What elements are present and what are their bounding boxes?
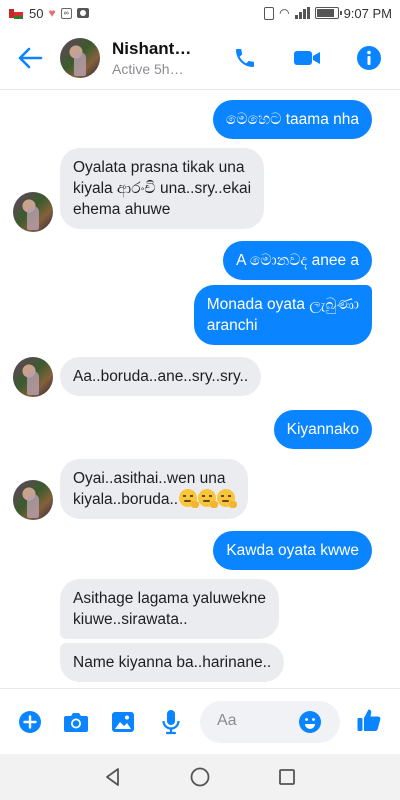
- nav-back-button[interactable]: [93, 757, 133, 797]
- heart-icon: ♥: [48, 6, 56, 20]
- wifi-icon: ◠: [279, 6, 290, 20]
- message-bubble-incoming[interactable]: Oyalata prasna tikak una kiyala ආරංචි un…: [60, 148, 265, 229]
- back-arrow-icon: [18, 47, 43, 68]
- sender-avatar[interactable]: [13, 357, 53, 397]
- gallery-button[interactable]: [110, 709, 136, 735]
- nav-back-icon: [106, 768, 120, 786]
- info-icon: [357, 46, 381, 70]
- message-line: kiyala..boruda..: [73, 491, 179, 508]
- message-line: Monada oyata ලැබුණා: [206, 296, 359, 313]
- more-actions-button[interactable]: [17, 709, 43, 735]
- video-call-button[interactable]: [276, 26, 338, 90]
- camera-icon: [64, 713, 88, 732]
- message-line: kiuwe..sirawata..: [73, 611, 188, 628]
- nav-recents-button[interactable]: [267, 757, 307, 797]
- thinking-face-icon: [179, 489, 200, 508]
- message-bubble-incoming[interactable]: Oyai..asithai..wen una kiyala..boruda..: [60, 459, 249, 519]
- clock: 9:07 PM: [343, 5, 392, 21]
- message-bubble-outgoing[interactable]: මෙහෙට taama nha: [212, 100, 372, 139]
- like-button[interactable]: [356, 707, 382, 733]
- message-bubble-outgoing[interactable]: Kiyannako: [273, 410, 372, 449]
- gallery-icon: [112, 712, 134, 732]
- nav-home-button[interactable]: [180, 757, 220, 797]
- back-button[interactable]: [0, 26, 60, 90]
- message-line: kiyala ආරංචි una..sry..ekai: [73, 180, 252, 197]
- message-line: Asithage lagama yaluwekne: [73, 590, 267, 607]
- message-line: ehema ahuwe: [73, 201, 171, 218]
- message-bubble-incoming[interactable]: Name kiyanna ba..harinane..: [60, 643, 285, 682]
- message-line: aranchi: [206, 317, 258, 334]
- status-bar: 50 ♥ ∞ ◠ 9:07 PM: [0, 0, 400, 26]
- plus-icon: [19, 711, 41, 733]
- contact-status: Active 5h…: [112, 60, 184, 77]
- battery-percent-text: 50: [29, 5, 44, 21]
- message-bubble-outgoing[interactable]: Kawda oyata kwwe: [213, 531, 372, 570]
- emoji-button[interactable]: [297, 709, 323, 735]
- message-thread[interactable]: මෙහෙට taama nha Oyalata prasna tikak una…: [0, 90, 400, 688]
- notification-icon: ∞: [60, 7, 72, 19]
- contact-name: Nishant…: [112, 38, 192, 58]
- message-text: A මොනවද anee a: [236, 252, 359, 269]
- battery-icon: [314, 7, 342, 19]
- message-input[interactable]: [217, 712, 297, 730]
- signal-icon: [294, 7, 310, 19]
- nav-recents-icon: [278, 769, 295, 785]
- contact-avatar[interactable]: [60, 37, 100, 78]
- message-text: Kiyannako: [286, 421, 359, 438]
- camera-button[interactable]: [63, 709, 89, 735]
- message-text: Name kiyanna ba..harinane..: [73, 654, 272, 671]
- thinking-face-icon: [217, 489, 238, 508]
- message-bubble-incoming[interactable]: Asithage lagama yaluwekne kiuwe..sirawat…: [60, 579, 280, 639]
- voice-message-button[interactable]: [158, 709, 184, 735]
- sender-avatar[interactable]: [13, 192, 53, 232]
- camera-notification-icon: [76, 8, 89, 18]
- message-input-field[interactable]: [200, 701, 340, 743]
- message-text: Kawda oyata kwwe: [226, 542, 359, 559]
- contact-info[interactable]: Nishant… Active 5h…: [112, 39, 212, 77]
- message-bubble-incoming[interactable]: Aa..boruda..ane..sry..sry..: [60, 357, 262, 396]
- message-text: Aa..boruda..ane..sry..sry..: [73, 368, 249, 385]
- thumbs-up-icon: [357, 709, 381, 731]
- smiley-icon: [299, 711, 321, 733]
- message-bubble-outgoing[interactable]: A මොනවද anee a: [223, 241, 372, 280]
- voice-call-button[interactable]: [214, 26, 276, 90]
- microphone-icon: [162, 710, 180, 735]
- conversation-header: Nishant… Active 5h…: [0, 26, 400, 90]
- nav-home-icon: [190, 767, 210, 787]
- message-line: Oyai..asithai..wen una: [73, 470, 226, 487]
- composer-bar: [0, 688, 400, 754]
- info-button[interactable]: [338, 26, 400, 90]
- message-text: මෙහෙට taama nha: [225, 111, 359, 128]
- flag-icon: [8, 7, 24, 19]
- phone-icon: [236, 49, 254, 67]
- video-camera-icon: [294, 51, 320, 65]
- message-line: Oyalata prasna tikak una: [73, 159, 245, 176]
- message-bubble-outgoing[interactable]: Monada oyata ලැබුණා aranchi: [193, 285, 372, 345]
- sender-avatar[interactable]: [13, 480, 53, 520]
- thinking-face-icon: [198, 489, 219, 508]
- vibrate-icon: [264, 6, 275, 20]
- system-navigation-bar: [0, 754, 400, 800]
